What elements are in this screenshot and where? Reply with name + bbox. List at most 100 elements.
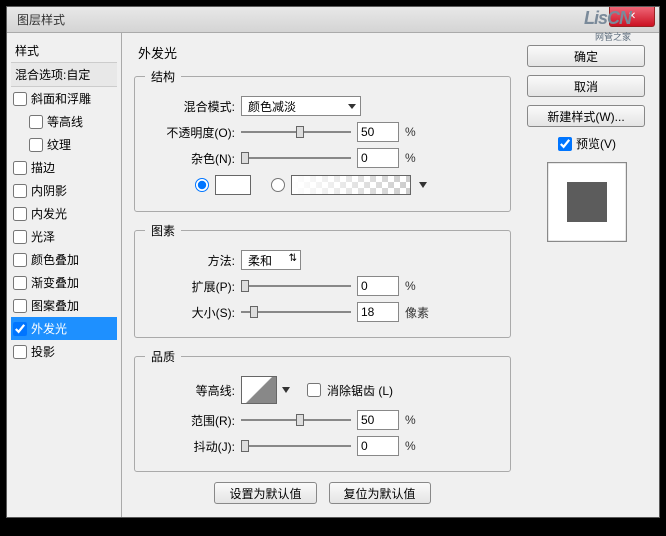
style-item-label: 外发光: [31, 320, 67, 337]
contour-label: 等高线:: [145, 382, 235, 399]
make-default-button[interactable]: 设置为默认值: [214, 482, 316, 504]
style-item-checkbox[interactable]: [29, 115, 43, 129]
sidebar-subheader[interactable]: 混合选项:自定: [11, 62, 117, 87]
range-input[interactable]: [357, 410, 399, 430]
style-item-label: 斜面和浮雕: [31, 90, 91, 107]
spread-label: 扩展(P):: [145, 278, 235, 295]
style-item-label: 内发光: [31, 205, 67, 222]
structure-group: 结构 混合模式: 颜色减淡 不透明度(O): % 杂色(N):: [134, 68, 511, 212]
ok-button[interactable]: 确定: [527, 45, 645, 67]
spread-input[interactable]: [357, 276, 399, 296]
color-gradient-radio[interactable]: [271, 178, 285, 192]
style-item-label: 光泽: [31, 228, 55, 245]
style-item-label: 投影: [31, 343, 55, 360]
style-item-0[interactable]: 斜面和浮雕: [11, 87, 117, 110]
jitter-label: 抖动(J):: [145, 438, 235, 455]
style-item-label: 图案叠加: [31, 297, 79, 314]
style-item-label: 纹理: [47, 136, 71, 153]
close-button[interactable]: [609, 7, 655, 27]
style-item-8[interactable]: 渐变叠加: [11, 271, 117, 294]
antialias-checkbox[interactable]: [307, 383, 321, 397]
style-item-10[interactable]: 外发光: [11, 317, 117, 340]
preview-thumbnail: [547, 162, 627, 242]
antialias-label: 消除锯齿 (L): [327, 382, 393, 399]
style-item-5[interactable]: 内发光: [11, 202, 117, 225]
blend-mode-label: 混合模式:: [145, 98, 235, 115]
style-item-checkbox[interactable]: [13, 322, 27, 336]
range-unit: %: [405, 413, 416, 427]
preview-label: 预览(V): [576, 135, 616, 152]
style-item-checkbox[interactable]: [13, 230, 27, 244]
chevron-down-icon[interactable]: [282, 387, 290, 393]
style-item-checkbox[interactable]: [13, 253, 27, 267]
size-label: 大小(S):: [145, 304, 235, 321]
preview-inner: [567, 182, 607, 222]
noise-label: 杂色(N):: [145, 150, 235, 167]
opacity-unit: %: [405, 125, 416, 139]
style-item-checkbox[interactable]: [13, 345, 27, 359]
main-panel: 外发光 结构 混合模式: 颜色减淡 不透明度(O): % 杂色(N):: [122, 33, 523, 517]
style-item-11[interactable]: 投影: [11, 340, 117, 363]
size-unit: 像素: [405, 304, 429, 321]
range-label: 范围(R):: [145, 412, 235, 429]
noise-unit: %: [405, 151, 416, 165]
titlebar: 图层样式: [7, 7, 659, 33]
style-item-6[interactable]: 光泽: [11, 225, 117, 248]
style-item-checkbox[interactable]: [13, 207, 27, 221]
opacity-input[interactable]: [357, 122, 399, 142]
range-slider[interactable]: [241, 411, 351, 429]
opacity-slider[interactable]: [241, 123, 351, 141]
style-item-9[interactable]: 图案叠加: [11, 294, 117, 317]
spread-slider[interactable]: [241, 277, 351, 295]
style-item-checkbox[interactable]: [13, 184, 27, 198]
noise-slider[interactable]: [241, 149, 351, 167]
style-item-checkbox[interactable]: [13, 161, 27, 175]
structure-legend: 结构: [145, 68, 181, 85]
noise-input[interactable]: [357, 148, 399, 168]
style-item-label: 内阴影: [31, 182, 67, 199]
contour-picker[interactable]: [241, 376, 277, 404]
color-swatch[interactable]: [215, 175, 251, 195]
style-item-label: 颜色叠加: [31, 251, 79, 268]
technique-dropdown[interactable]: 柔和: [241, 250, 301, 270]
style-item-checkbox[interactable]: [13, 276, 27, 290]
style-item-checkbox[interactable]: [13, 299, 27, 313]
blend-mode-value: 颜色减淡: [248, 98, 296, 115]
size-input[interactable]: [357, 302, 399, 322]
style-item-label: 等高线: [47, 113, 83, 130]
quality-group: 品质 等高线: 消除锯齿 (L) 范围(R): %: [134, 348, 511, 472]
jitter-input[interactable]: [357, 436, 399, 456]
style-item-4[interactable]: 内阴影: [11, 179, 117, 202]
style-item-7[interactable]: 颜色叠加: [11, 248, 117, 271]
window-title: 图层样式: [17, 11, 65, 28]
style-item-1[interactable]: 等高线: [11, 110, 117, 133]
size-slider[interactable]: [241, 303, 351, 321]
jitter-unit: %: [405, 439, 416, 453]
panel-title: 外发光: [134, 43, 511, 62]
style-item-checkbox[interactable]: [13, 92, 27, 106]
elements-group: 图素 方法: 柔和 扩展(P): % 大小(S):: [134, 222, 511, 338]
sidebar-header[interactable]: 样式: [11, 39, 117, 62]
style-item-label: 渐变叠加: [31, 274, 79, 291]
right-column: 确定 取消 新建样式(W)... 预览(V): [523, 33, 659, 517]
technique-label: 方法:: [145, 252, 235, 269]
new-style-button[interactable]: 新建样式(W)...: [527, 105, 645, 127]
opacity-label: 不透明度(O):: [145, 124, 235, 141]
blend-mode-dropdown[interactable]: 颜色减淡: [241, 96, 361, 116]
technique-value: 柔和: [248, 252, 272, 269]
color-solid-radio[interactable]: [195, 178, 209, 192]
cancel-button[interactable]: 取消: [527, 75, 645, 97]
styles-sidebar: 样式 混合选项:自定 斜面和浮雕等高线纹理描边内阴影内发光光泽颜色叠加渐变叠加图…: [7, 33, 122, 517]
elements-legend: 图素: [145, 222, 181, 239]
style-item-3[interactable]: 描边: [11, 156, 117, 179]
reset-default-button[interactable]: 复位为默认值: [329, 482, 431, 504]
style-item-2[interactable]: 纹理: [11, 133, 117, 156]
spread-unit: %: [405, 279, 416, 293]
gradient-dropdown-icon[interactable]: [419, 182, 427, 188]
gradient-swatch[interactable]: [291, 175, 411, 195]
style-item-label: 描边: [31, 159, 55, 176]
style-item-checkbox[interactable]: [29, 138, 43, 152]
dialog-window: 图层样式 样式 混合选项:自定 斜面和浮雕等高线纹理描边内阴影内发光光泽颜色叠加…: [6, 6, 660, 518]
jitter-slider[interactable]: [241, 437, 351, 455]
preview-checkbox[interactable]: [558, 137, 572, 151]
